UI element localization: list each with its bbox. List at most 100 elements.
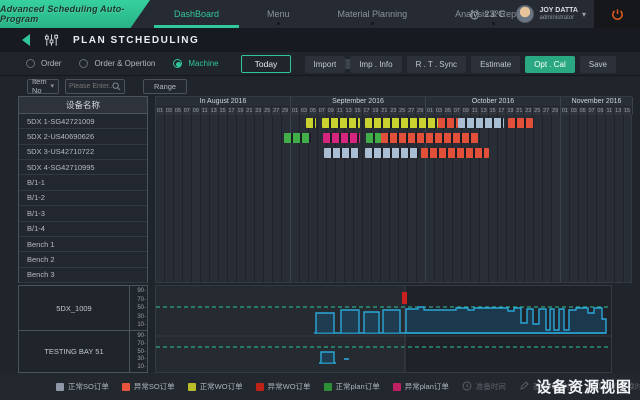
estimate-button[interactable]: Estimate <box>471 56 520 73</box>
gantt-bar-yellow[interactable] <box>322 118 360 129</box>
gantt-bar-lightblue[interactable] <box>324 148 359 159</box>
machine-row[interactable]: Bench 3 <box>19 268 147 283</box>
gantt-bar-red[interactable] <box>508 118 533 129</box>
timeline-day-cell: 19 <box>371 106 380 115</box>
timeline-day-cell: 09 <box>192 106 201 115</box>
radio-circle-icon <box>26 59 35 68</box>
timeline-month: In August 201601030507091113151719212325… <box>156 97 291 115</box>
gantt-bar-pink[interactable] <box>323 133 360 144</box>
timeline-day-cell: 13 <box>480 106 489 115</box>
timeline-day-cell: 01 <box>291 106 300 115</box>
gantt-bar-green[interactable] <box>284 133 311 144</box>
gantt-bar-red[interactable] <box>421 148 489 159</box>
power-button[interactable] <box>594 0 640 28</box>
legend-item-label: 正常SO订单 <box>68 381 109 392</box>
opt-cal-button[interactable]: Opt . Cal <box>525 56 575 73</box>
timeline-day-cell: 07 <box>453 106 462 115</box>
imp-info-button[interactable]: Imp . Info <box>350 56 401 73</box>
timeline-day-cell: 07 <box>588 106 597 115</box>
timeline-day-cell: 27 <box>272 106 281 115</box>
user-role: administrator <box>539 15 578 22</box>
axis-tick-label: 90 <box>130 288 146 294</box>
top-navbar: Advanced Scheduling Auto-Program DashBoa… <box>0 0 640 28</box>
timeline-day-cell: 05 <box>309 106 318 115</box>
watermark: 设备资源视图 <box>536 376 632 397</box>
radio-order-opertion[interactable]: Order & Opertion <box>79 59 155 68</box>
machine-row[interactable]: B/1-3 <box>19 206 147 221</box>
gantt-chart: In August 201601030507091113151719212325… <box>155 96 632 283</box>
machine-row[interactable]: 5DX 3-US42710722 <box>19 145 147 160</box>
radio-order[interactable]: Order <box>26 59 61 68</box>
gantt-bar-lightblue[interactable] <box>365 148 419 159</box>
gantt-bar-lightblue[interactable] <box>458 118 504 129</box>
timeline-day-cell: 27 <box>407 106 416 115</box>
machine-row[interactable]: B/1-4 <box>19 222 147 237</box>
load-chart-svg <box>156 286 611 372</box>
timeline-month-label: November 2016 <box>561 97 632 106</box>
avatar[interactable] <box>516 5 534 23</box>
radio-machine[interactable]: Machine <box>173 59 218 68</box>
machine-row[interactable]: Bench 2 <box>19 252 147 267</box>
gantt-bar-green[interactable] <box>366 133 381 144</box>
machine-row[interactable]: B/1-2 <box>19 191 147 206</box>
legend-color-swatch <box>324 383 332 391</box>
timeline-day-cell: 13 <box>614 106 623 115</box>
gantt-bar-red[interactable] <box>381 133 478 144</box>
legend-item: 正常plan订单 <box>324 381 380 392</box>
today-button[interactable]: Today <box>241 55 292 73</box>
timeline-day-cell: 29 <box>416 106 425 115</box>
legend-item: 准备时间 <box>462 381 506 393</box>
machine-row[interactable]: 5DX 2-US40690626 <box>19 129 147 144</box>
nav-item-dashboard[interactable]: DashBoard <box>150 0 243 28</box>
timeline-day-cell: 05 <box>579 106 588 115</box>
radio-circle-icon <box>173 59 182 68</box>
load-block <box>341 310 359 333</box>
today-marker <box>402 292 407 304</box>
timeline-day-cell: 23 <box>254 106 263 115</box>
legend-color-swatch <box>256 383 264 391</box>
timeline-day-cell: 05 <box>444 106 453 115</box>
machine-row[interactable]: 5DX 4-SG42710995 <box>19 160 147 175</box>
machine-panel-header: 设备名称 <box>19 97 147 114</box>
gantt-bar-red[interactable] <box>438 118 458 129</box>
search-input[interactable] <box>69 83 112 90</box>
range-button[interactable]: Range <box>143 79 187 94</box>
item-no-select[interactable]: Item No ▾ <box>27 79 59 94</box>
timeline-day-cell: 09 <box>597 106 606 115</box>
import-button[interactable]: Import <box>305 56 346 73</box>
machine-row[interactable]: B/1-1 <box>19 175 147 190</box>
save-button[interactable]: Save <box>580 56 616 73</box>
pencil-icon <box>519 381 529 393</box>
timeline-day-cell: 21 <box>380 106 389 115</box>
search-icon[interactable] <box>112 82 121 91</box>
load-axis-ticks: 9070503010 <box>129 331 147 372</box>
machine-row[interactable]: 5DX 1-SG42721009 <box>19 114 147 129</box>
timeline-month: September 201601030507091113151719212325… <box>291 97 426 115</box>
gantt-bar-yellow[interactable] <box>306 118 316 129</box>
nav-item-label: DashBoard <box>174 9 219 19</box>
timeline-day-cell: 15 <box>219 106 228 115</box>
legend-item: 异常plan订单 <box>393 381 449 392</box>
axis-tick-label: 30 <box>130 314 146 320</box>
clock-icon <box>469 9 480 20</box>
timeline-day-cell: 01 <box>561 106 570 115</box>
nav-item-material-planning[interactable]: Material Planning <box>314 0 432 28</box>
axis-tick-label: 10 <box>130 322 146 328</box>
timeline-day-cell: 15 <box>623 106 632 115</box>
timeline-day-cell: 13 <box>210 106 219 115</box>
timeline-day-cell: 03 <box>300 106 309 115</box>
chevron-down-icon[interactable]: ▾ <box>582 10 586 19</box>
load-axis-ticks: 9070503010 <box>129 286 147 330</box>
r-t-sync-button[interactable]: R . T . Sync <box>407 56 467 73</box>
timeline-day-cell: 03 <box>165 106 174 115</box>
timeline-month: October 20160103050709111315171921232527… <box>426 97 561 115</box>
sliders-icon[interactable] <box>44 33 59 47</box>
back-button[interactable] <box>22 34 30 46</box>
gantt-bar-yellow[interactable] <box>365 118 438 129</box>
user-info[interactable]: JOY DATTA administrator <box>539 7 578 21</box>
month-separator-line <box>560 115 561 282</box>
machine-row[interactable]: Bench 1 <box>19 237 147 252</box>
nav-item-menu[interactable]: Menu <box>243 0 314 28</box>
load-block <box>316 313 334 333</box>
machine-list: 5DX 1-SG427210095DX 2-US406906265DX 3-US… <box>19 114 147 283</box>
